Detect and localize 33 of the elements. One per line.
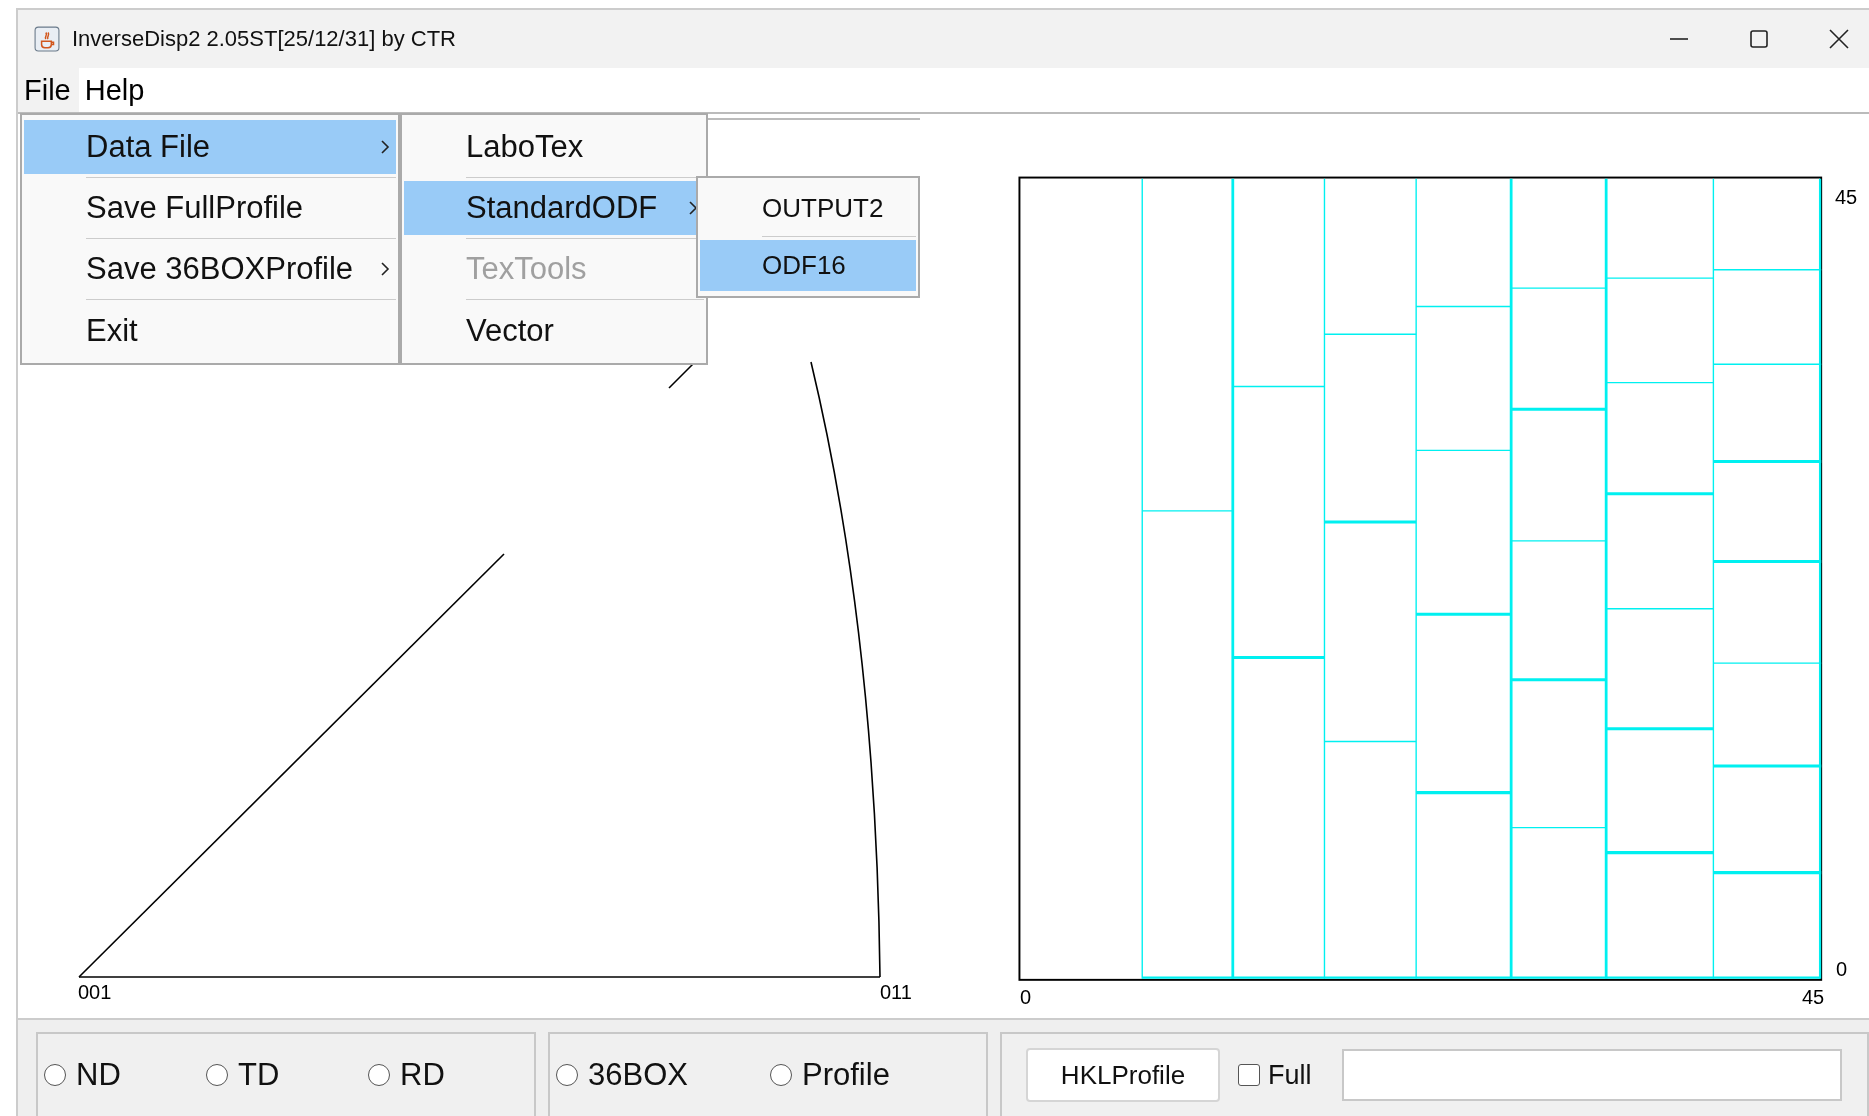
hkl-profile-button[interactable]: HKLProfile xyxy=(1026,1048,1220,1102)
coffee-cup-icon xyxy=(34,26,60,52)
maximize-icon[interactable] xyxy=(1749,29,1769,49)
axis-label: 011 xyxy=(880,981,912,1003)
window-title: InverseDisp2 2.05ST[25/12/31] by CTR xyxy=(72,26,456,52)
checkbox[interactable] xyxy=(1238,1064,1260,1086)
axis-label: 001 xyxy=(78,981,112,1003)
axis-label: 0 xyxy=(1020,986,1032,1008)
close-icon[interactable] xyxy=(1829,29,1849,49)
radio-button[interactable] xyxy=(770,1064,792,1086)
menu-item[interactable]: Save FullProfile xyxy=(24,181,396,235)
radio-option[interactable]: ND xyxy=(44,1057,206,1093)
axis-label: 45 xyxy=(1802,986,1825,1008)
radio-option[interactable]: TD xyxy=(206,1057,368,1093)
input-field[interactable] xyxy=(1341,1049,1842,1101)
radio-option[interactable]: Profile xyxy=(770,1057,984,1093)
radio-button[interactable] xyxy=(206,1064,228,1086)
axis-label: 45 xyxy=(1835,186,1858,208)
menu-item[interactable]: LaboTex xyxy=(404,120,704,174)
menu-item[interactable]: Save 36BOXProfile xyxy=(24,242,396,296)
axis-label: 0 xyxy=(1836,958,1848,980)
radio-button[interactable] xyxy=(44,1064,66,1086)
radio-button[interactable] xyxy=(556,1064,578,1086)
menu-item[interactable]: Data File xyxy=(24,120,396,174)
menu-bar-item[interactable]: File xyxy=(18,68,79,112)
menu-item[interactable]: ODF16 xyxy=(700,240,916,291)
menu-item[interactable]: Vector xyxy=(404,303,704,358)
radio-button[interactable] xyxy=(368,1064,390,1086)
menu-item[interactable]: Exit xyxy=(24,303,396,358)
full-checkbox-option[interactable]: Full xyxy=(1238,1059,1312,1091)
menu-bar-item[interactable]: Help xyxy=(78,68,153,112)
radio-option[interactable]: RD xyxy=(368,1057,530,1093)
radio-option[interactable]: 36BOX xyxy=(556,1057,770,1093)
